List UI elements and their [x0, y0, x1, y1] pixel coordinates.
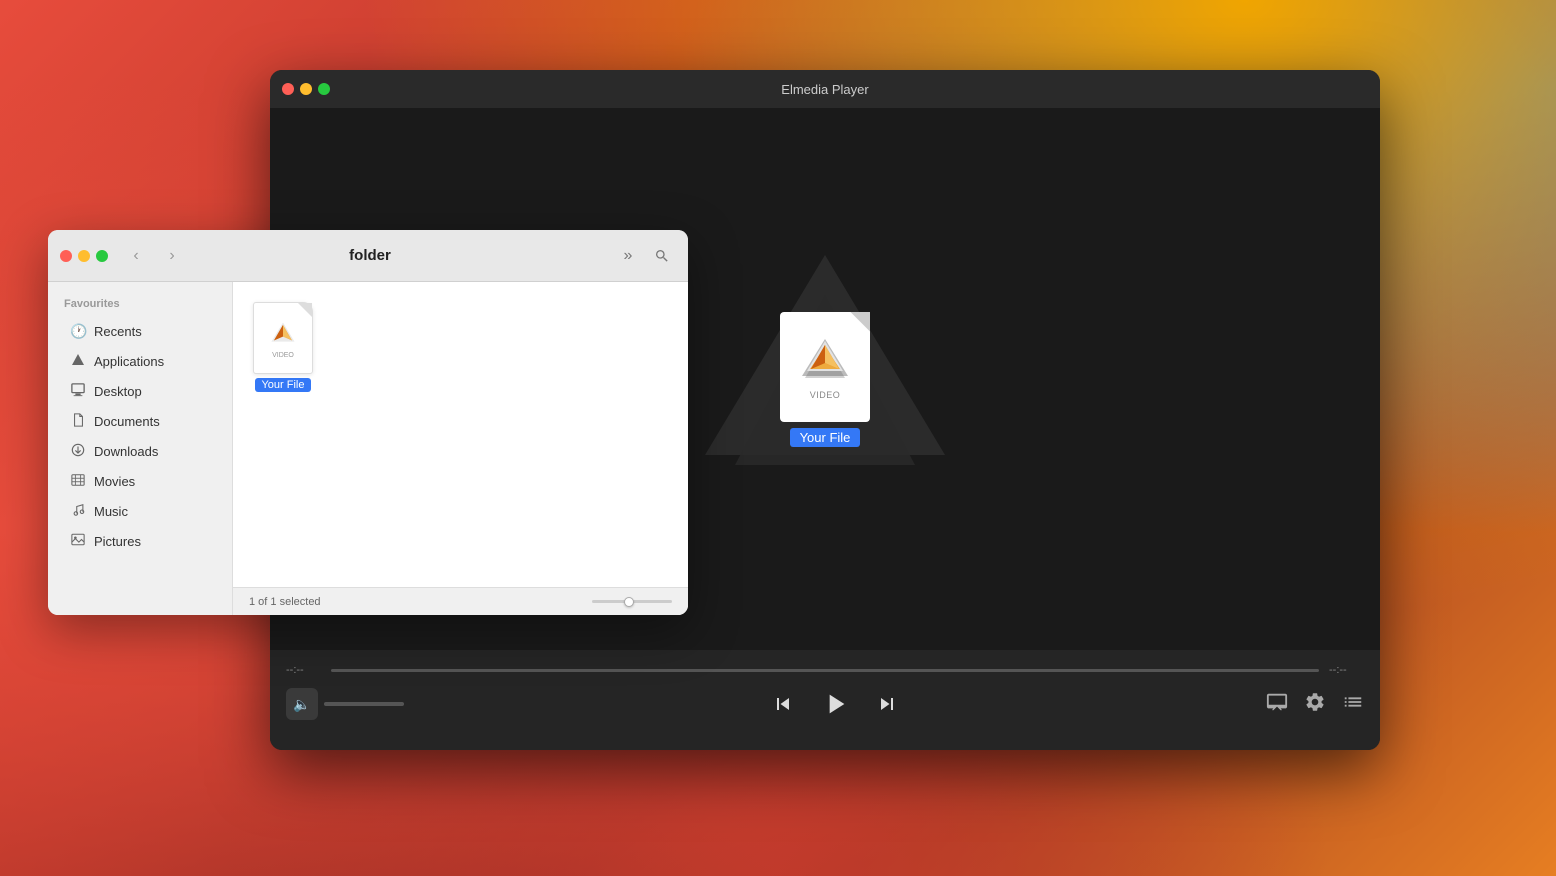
- sidebar-item-recents-label: Recents: [94, 324, 142, 339]
- elmedia-logo-large: [800, 334, 850, 384]
- finder-file-icon[interactable]: VIDEO Your File: [253, 302, 313, 392]
- sidebar-item-downloads[interactable]: Downloads: [54, 437, 226, 466]
- previous-button[interactable]: [771, 692, 795, 716]
- finder-maximize-button[interactable]: [96, 250, 108, 262]
- right-controls: [1266, 691, 1364, 718]
- finder-sidebar: Favourites 🕐 Recents Applications Deskto…: [48, 282, 233, 615]
- finder-file-doc: VIDEO: [253, 302, 313, 374]
- recents-icon: 🕐: [70, 323, 86, 340]
- settings-button[interactable]: [1304, 691, 1326, 718]
- sidebar-item-documents-label: Documents: [94, 414, 160, 429]
- documents-icon: [70, 413, 86, 430]
- downloads-icon: [70, 443, 86, 460]
- sidebar-item-movies[interactable]: Movies: [54, 467, 226, 496]
- sidebar-item-desktop[interactable]: Desktop: [54, 377, 226, 406]
- finder-file-type-label: VIDEO: [272, 352, 294, 359]
- sidebar-item-applications[interactable]: Applications: [54, 347, 226, 376]
- player-controls-bar: --:-- --:-- 🔈: [270, 650, 1380, 750]
- player-close-button[interactable]: [282, 83, 294, 95]
- sidebar-item-music[interactable]: Music: [54, 497, 226, 526]
- finder-search-button[interactable]: [648, 242, 676, 270]
- play-button[interactable]: [819, 688, 851, 720]
- sidebar-item-music-label: Music: [94, 504, 128, 519]
- progress-bar-row: --:-- --:--: [286, 650, 1364, 676]
- sidebar-item-documents[interactable]: Documents: [54, 407, 226, 436]
- movies-icon: [70, 473, 86, 490]
- volume-control: 🔈: [286, 688, 404, 720]
- volume-button[interactable]: 🔈: [286, 688, 318, 720]
- progress-track[interactable]: [331, 669, 1319, 672]
- finder-nav-actions: »: [614, 242, 676, 270]
- player-title: Elmedia Player: [781, 82, 868, 97]
- finder-selection-status: 1 of 1 selected: [249, 596, 321, 608]
- sidebar-item-pictures[interactable]: Pictures: [54, 527, 226, 555]
- elmedia-logo-small: [267, 318, 299, 350]
- finder-body: Favourites 🕐 Recents Applications Deskto…: [48, 282, 688, 615]
- playlist-button[interactable]: [1342, 691, 1364, 718]
- airplay-button[interactable]: [1266, 691, 1288, 718]
- slider-thumb: [624, 597, 634, 607]
- finder-titlebar: ‹ › folder »: [48, 230, 688, 282]
- finder-file-name-badge: Your File: [255, 378, 310, 392]
- sidebar-item-pictures-label: Pictures: [94, 534, 141, 549]
- icon-size-slider[interactable]: [592, 600, 672, 603]
- player-file-icon: VIDEO Your File: [780, 312, 870, 447]
- applications-icon: [70, 353, 86, 370]
- finder-path-title: folder: [134, 247, 606, 264]
- volume-slider[interactable]: [324, 702, 404, 706]
- time-end: --:--: [1329, 664, 1364, 676]
- pictures-icon: [70, 533, 86, 549]
- slider-track: [592, 600, 672, 603]
- sidebar-item-movies-label: Movies: [94, 474, 135, 489]
- sidebar-item-desktop-label: Desktop: [94, 384, 142, 399]
- finder-main: VIDEO Your File 1 of 1 selected: [233, 282, 688, 615]
- player-titlebar: Elmedia Player: [270, 70, 1380, 108]
- playback-controls: [771, 688, 899, 720]
- finder-window: ‹ › folder » Favourites 🕐 Recents Applic…: [48, 230, 688, 615]
- player-maximize-button[interactable]: [318, 83, 330, 95]
- player-file-name-badge: Your File: [790, 428, 861, 447]
- player-file-doc: VIDEO: [780, 312, 870, 422]
- player-file-type-label: VIDEO: [810, 390, 841, 400]
- sidebar-item-recents[interactable]: 🕐 Recents: [54, 317, 226, 346]
- finder-status-bar: 1 of 1 selected: [233, 587, 688, 615]
- finder-content-area: VIDEO Your File: [233, 282, 688, 587]
- finder-minimize-button[interactable]: [78, 250, 90, 262]
- music-icon: [70, 503, 86, 520]
- finder-more-button[interactable]: »: [614, 242, 642, 270]
- finder-traffic-lights: [60, 250, 108, 262]
- finder-close-button[interactable]: [60, 250, 72, 262]
- time-start: --:--: [286, 664, 321, 676]
- controls-row: 🔈: [286, 676, 1364, 720]
- next-button[interactable]: [875, 692, 899, 716]
- desktop-icon: [70, 383, 86, 400]
- player-minimize-button[interactable]: [300, 83, 312, 95]
- sidebar-section-favourites: Favourites: [48, 294, 232, 316]
- sidebar-item-downloads-label: Downloads: [94, 444, 158, 459]
- player-traffic-lights: [282, 83, 330, 95]
- sidebar-item-applications-label: Applications: [94, 354, 164, 369]
